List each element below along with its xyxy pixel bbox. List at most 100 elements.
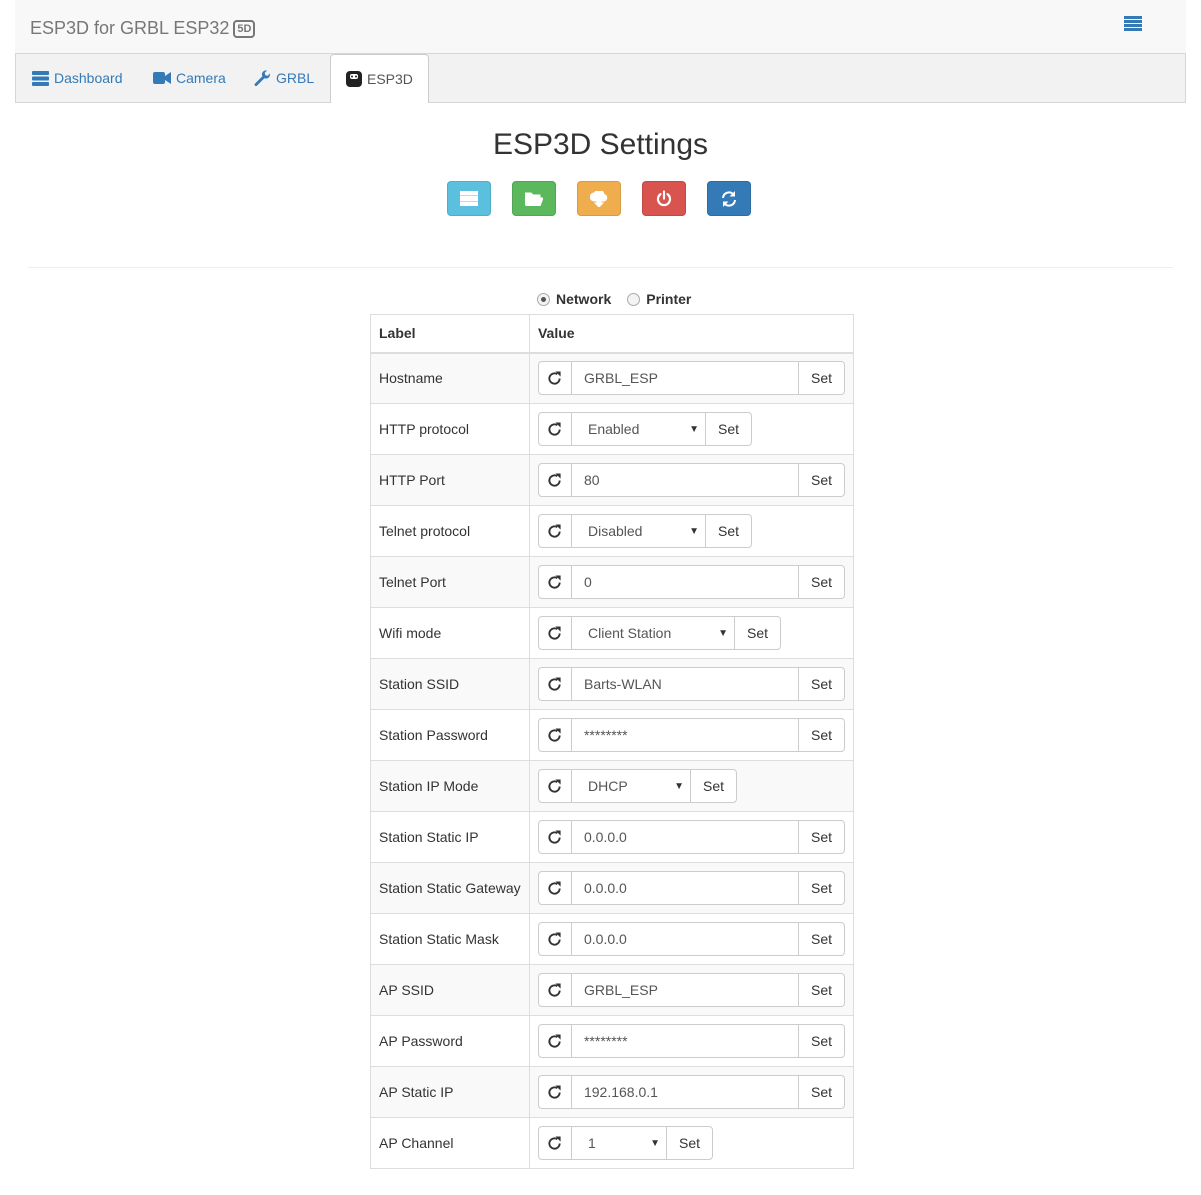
camera-icon [153,72,171,84]
setting-input[interactable]: 0.0.0.0 [571,922,798,956]
menu-icon[interactable] [1124,16,1142,32]
reload-button[interactable] [537,514,572,548]
reload-button[interactable] [537,973,572,1007]
setting-control: Disabled ▼ Set [537,514,845,548]
setting-control: 1 ▼ Set [537,1126,845,1160]
setting-value-cell: ******** Set [528,1015,855,1067]
setting-select[interactable]: Enabled ▼ [571,412,705,446]
setting-input[interactable]: GRBL_ESP [571,973,798,1007]
setting-input[interactable]: ******** [571,1024,798,1058]
reload-icon [548,676,562,691]
settings-table: Label Value Hostname GRBL_ESP Set HTTP prot… [370,314,855,1169]
setting-value-cell: GRBL_ESP Set [528,964,855,1016]
brand-title: ESP3D for GRBL ESP32 [30,18,230,38]
set-button[interactable]: Set [797,1024,845,1058]
setting-value-cell: 0.0.0.0 Set [528,862,855,914]
reload-button[interactable] [537,922,572,956]
set-button[interactable]: Set [797,565,845,599]
refresh-button[interactable] [707,181,751,216]
table-row: AP Channel 1 ▼ Set [370,1117,855,1169]
reload-button[interactable] [537,820,572,854]
reload-button[interactable] [537,412,572,446]
setting-control: Enabled ▼ Set [537,412,845,446]
set-button[interactable]: Set [797,718,845,752]
reload-icon [548,1033,562,1048]
reload-button[interactable] [537,1075,572,1109]
reload-icon [548,829,562,844]
reload-button[interactable] [537,769,572,803]
tab-dashboard[interactable]: Dashboard [32,54,123,102]
reload-button[interactable] [537,1024,572,1058]
set-button[interactable]: Set [689,769,737,803]
setting-input[interactable]: Barts-WLAN [571,667,798,701]
table-row: Station IP Mode DHCP ▼ Set [370,760,855,812]
table-row: Hostname GRBL_ESP Set [370,352,855,404]
action-toolbar [447,181,751,216]
setting-select[interactable]: 1 ▼ [571,1126,666,1160]
tab-camera[interactable]: Camera [153,54,226,102]
reload-button[interactable] [537,871,572,905]
setting-input[interactable]: 0 [571,565,798,599]
setting-input[interactable]: 192.168.0.1 [571,1075,798,1109]
tab-grbl[interactable]: GRBL [254,54,314,102]
set-button[interactable]: Set [797,361,845,396]
set-button[interactable]: Set [704,412,752,446]
reload-button[interactable] [537,463,572,497]
setting-control: Client Station ▼ Set [537,616,845,650]
setting-input[interactable]: ******** [571,718,798,752]
setting-select[interactable]: Disabled ▼ [571,514,705,548]
set-button[interactable]: Set [797,1075,845,1109]
setting-control: 192.168.0.1 Set [537,1075,845,1109]
reload-icon [548,625,562,640]
setting-input[interactable]: 0.0.0.0 [571,871,798,905]
network-radio[interactable] [537,292,550,306]
reload-icon [548,1084,562,1099]
table-row: Wifi mode Client Station ▼ Set [370,607,855,659]
open-folder-button[interactable] [512,181,556,216]
setting-label: HTTP protocol [370,403,530,455]
table-row: HTTP protocol Enabled ▼ Set [370,403,855,455]
set-button[interactable]: Set [797,871,845,905]
setting-label: AP SSID [370,964,530,1016]
reload-button[interactable] [537,616,572,650]
set-button[interactable]: Set [797,820,845,854]
list-button[interactable] [447,181,491,216]
setting-control: 0.0.0.0 Set [537,871,845,905]
reload-icon [548,371,562,385]
reload-button[interactable] [537,718,572,752]
restart-button[interactable] [642,181,686,216]
set-button[interactable]: Set [733,616,781,650]
set-button[interactable]: Set [797,973,845,1007]
setting-value-cell: Enabled ▼ Set [528,403,855,455]
refresh-icon [722,190,736,207]
setting-value-cell: 192.168.0.1 Set [528,1066,855,1118]
setting-label: HTTP Port [370,454,530,506]
set-button[interactable]: Set [704,514,752,548]
brand[interactable]: ESP3D for GRBL ESP32 5D [30,18,256,39]
setting-input[interactable]: 80 [571,463,798,497]
reload-icon [548,574,562,589]
set-button[interactable]: Set [797,667,845,701]
reload-button[interactable] [537,1126,572,1160]
reload-button[interactable] [537,667,572,701]
folder-open-icon [525,192,543,206]
setting-input[interactable]: GRBL_ESP [571,361,798,396]
printer-radio[interactable] [627,292,641,306]
network-radio-label: Network [556,291,612,307]
setting-select[interactable]: Client Station ▼ [571,616,734,650]
download-button[interactable] [577,181,621,216]
setting-label: Hostname [370,352,530,404]
set-button[interactable]: Set [797,463,845,497]
set-button[interactable]: Set [797,922,845,956]
set-button[interactable]: Set [665,1126,713,1160]
dashboard-icon [32,70,49,86]
setting-select[interactable]: DHCP ▼ [571,769,690,803]
tab-esp3d[interactable]: ESP3D [330,54,429,103]
reload-button[interactable] [537,361,572,396]
setting-label: Telnet Port [370,556,530,608]
setting-value-cell: 0.0.0.0 Set [528,913,855,965]
brand-badge: 5D [233,20,256,38]
setting-input[interactable]: 0.0.0.0 [571,820,798,854]
setting-control: 80 Set [537,463,845,497]
reload-button[interactable] [537,565,572,599]
